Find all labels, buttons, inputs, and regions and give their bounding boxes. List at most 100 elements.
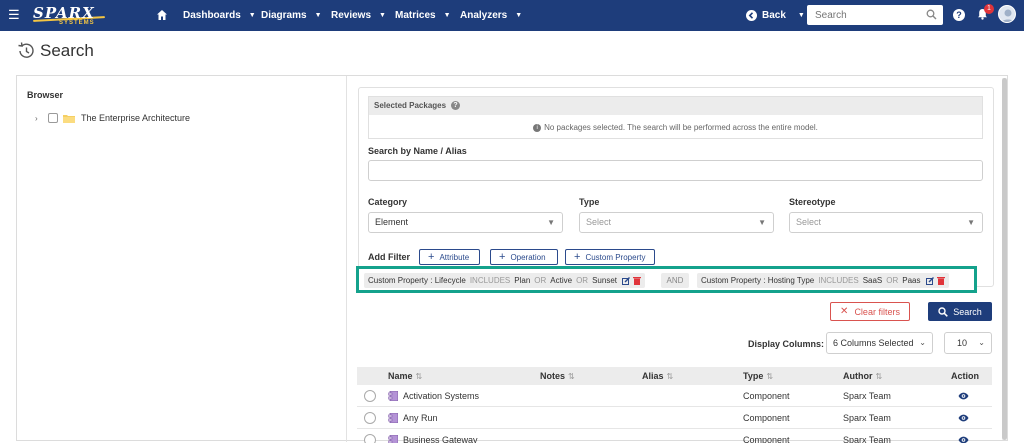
sort-icon: ⇅	[766, 372, 774, 381]
back-button[interactable]: Back ▼	[762, 0, 805, 31]
close-icon: ✕	[840, 306, 849, 317]
browser-pane: Browser › The Enterprise Architecture	[17, 76, 347, 442]
delete-icon[interactable]	[936, 276, 945, 285]
name-alias-input[interactable]	[368, 160, 983, 181]
type-select-placeholder: Select	[586, 217, 612, 227]
column-header-type-label: Type	[743, 371, 764, 381]
chevron-down-icon: ▼	[797, 12, 805, 19]
nav-matrices[interactable]: Matrices ▼	[395, 0, 451, 31]
info-icon: i	[533, 123, 542, 132]
logo-subtext: SYSTEMS	[59, 20, 95, 26]
display-columns-label: Display Columns:	[748, 339, 825, 349]
row-author: Sparx Team	[843, 413, 891, 423]
nav-dashboards[interactable]: Dashboards ▼	[183, 0, 256, 31]
help-icon[interactable]: ?	[953, 9, 965, 21]
selected-packages-note: i No packages selected. The search will b…	[369, 123, 982, 132]
chevron-down-icon: ▼	[758, 218, 766, 227]
category-select[interactable]: Element ▼	[368, 212, 563, 233]
history-icon	[18, 42, 34, 58]
add-attribute-filter-button[interactable]: + Attribute	[419, 249, 480, 265]
global-search-input[interactable]	[807, 5, 927, 25]
selected-packages-box: Selected Packages? i No packages selected…	[368, 96, 983, 139]
folder-icon	[63, 114, 75, 123]
nav-dashboards-label: Dashboards	[183, 10, 241, 21]
selected-packages-header: Selected Packages?	[369, 97, 982, 115]
nav-reviews-label: Reviews	[331, 10, 372, 21]
sort-icon: ⇅	[875, 372, 883, 381]
add-custom-property-filter-label: Custom Property	[585, 252, 646, 262]
column-header-name-label: Name	[388, 371, 413, 381]
edit-icon[interactable]	[925, 276, 934, 285]
page-size-value: 10	[957, 338, 968, 348]
tree-item-checkbox[interactable]	[48, 113, 58, 123]
type-select[interactable]: Select ▼	[579, 212, 774, 233]
filter-chip-operator: INCLUDES	[818, 276, 859, 285]
clear-filters-button[interactable]: ✕ Clear filters	[830, 302, 910, 321]
chevron-down-icon: ▼	[515, 12, 523, 19]
top-navigation-bar: ☰ SPARX SYSTEMS Dashboards ▼ Diagrams ▼ Re…	[0, 0, 1024, 31]
delete-icon[interactable]	[632, 276, 641, 285]
browser-title: Browser	[27, 90, 64, 100]
search-icon[interactable]	[926, 9, 937, 20]
notification-badge: 1	[984, 4, 994, 14]
column-header-alias-label: Alias	[642, 371, 664, 381]
column-header-notes[interactable]: Notes ⇅	[540, 367, 575, 386]
home-icon[interactable]	[156, 9, 168, 21]
nav-analyzers[interactable]: Analyzers ▼	[460, 0, 522, 31]
chevron-right-icon[interactable]: ›	[35, 114, 43, 123]
back-arrow-icon[interactable]	[746, 10, 757, 21]
stereotype-select[interactable]: Select ▼	[789, 212, 983, 233]
chevron-down-icon: ⌄	[978, 338, 985, 347]
scrollbar[interactable]	[1002, 78, 1007, 440]
chevron-down-icon: ⌄	[919, 338, 926, 347]
nav-diagrams[interactable]: Diagrams ▼	[261, 0, 322, 31]
table-row[interactable]: Activation Systems Component Sparx Team	[357, 386, 992, 407]
tree-item[interactable]: › The Enterprise Architecture	[35, 111, 190, 125]
row-select-radio[interactable]	[364, 390, 376, 402]
help-icon[interactable]: ?	[451, 101, 461, 111]
eye-icon[interactable]	[958, 436, 969, 443]
filter-chip-prefix: Custom Property : Hosting Type	[701, 276, 815, 285]
column-header-alias[interactable]: Alias ⇅	[642, 367, 673, 386]
page-title: Search	[40, 41, 94, 60]
search-icon	[938, 306, 949, 317]
tree-item-label: The Enterprise Architecture	[81, 113, 191, 123]
column-header-name[interactable]: Name ⇅	[388, 367, 422, 386]
results-header: Name ⇅ Notes ⇅ Alias ⇅ Type ⇅ Author ⇅ Action	[357, 367, 992, 385]
table-row[interactable]: Any Run Component Sparx Team	[357, 408, 992, 429]
nav-analyzers-label: Analyzers	[460, 10, 508, 21]
component-icon	[388, 391, 398, 401]
filter-chip-operator: INCLUDES	[469, 276, 511, 285]
nav-reviews[interactable]: Reviews ▼	[331, 0, 386, 31]
row-type: Component	[743, 435, 790, 443]
add-custom-property-filter-button[interactable]: + Custom Property	[565, 249, 655, 265]
name-alias-label: Search by Name / Alias	[368, 146, 467, 156]
search-criteria-panel: Selected Packages? i No packages selected…	[358, 87, 994, 287]
scrollbar-thumb[interactable]	[1002, 78, 1007, 440]
filter-chip-prefix: Custom Property : Lifecycle	[368, 276, 466, 285]
table-row[interactable]: Business Gateway Component Sparx Team	[357, 430, 992, 443]
column-header-notes-label: Notes	[540, 371, 566, 381]
filter-chip-or: OR	[576, 276, 589, 285]
eye-icon[interactable]	[958, 414, 969, 422]
display-columns-select[interactable]: 6 Columns Selected ⌄	[826, 332, 933, 354]
add-operation-filter-button[interactable]: + Operation	[490, 249, 558, 265]
column-header-type[interactable]: Type ⇅	[743, 367, 773, 386]
avatar[interactable]	[998, 5, 1016, 23]
page-size-select[interactable]: 10 ⌄	[944, 332, 992, 354]
row-name: Any Run	[403, 413, 438, 423]
sparx-logo[interactable]: SPARX SYSTEMS	[32, 4, 113, 28]
chevron-down-icon: ▼	[443, 12, 451, 19]
column-header-author[interactable]: Author ⇅	[843, 367, 882, 386]
search-button[interactable]: Search	[928, 302, 992, 321]
filter-chip-value: Active	[550, 276, 573, 285]
component-icon	[388, 413, 398, 423]
eye-icon[interactable]	[958, 392, 969, 400]
add-attribute-filter-label: Attribute	[439, 252, 470, 262]
row-select-radio[interactable]	[364, 434, 376, 443]
menu-icon[interactable]: ☰	[8, 8, 20, 21]
row-select-radio[interactable]	[364, 412, 376, 424]
category-label: Category	[368, 197, 408, 207]
edit-icon[interactable]	[621, 276, 630, 285]
chevron-down-icon: ▼	[967, 218, 975, 227]
